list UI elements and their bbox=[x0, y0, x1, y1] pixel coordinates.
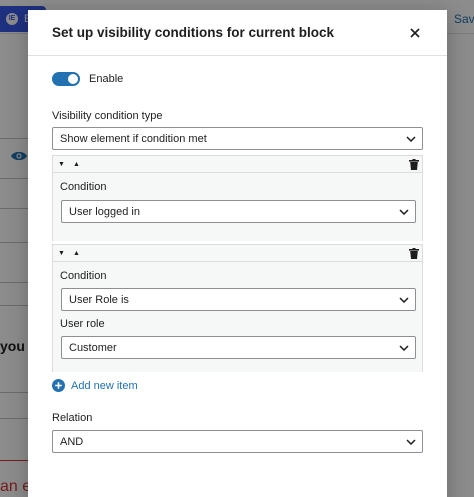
enable-toggle-row: Enable bbox=[52, 72, 123, 86]
condition-item: ▼ ▲ Condition User logged in bbox=[52, 155, 423, 241]
trash-icon[interactable] bbox=[409, 158, 419, 170]
condition-item-body: Condition User logged in bbox=[53, 173, 422, 241]
trash-icon[interactable] bbox=[409, 247, 419, 259]
condition-select[interactable]: User logged in bbox=[61, 200, 416, 223]
condition-item-toolbar: ▼ ▲ bbox=[53, 245, 422, 262]
move-up-icon[interactable]: ▲ bbox=[73, 161, 80, 168]
condition-value: User Role is bbox=[69, 293, 129, 306]
visibility-conditions-modal: Set up visibility conditions for current… bbox=[28, 10, 447, 497]
close-icon bbox=[410, 27, 420, 38]
condition-item: ▼ ▲ Condition User Role is User role Cus… bbox=[52, 244, 423, 372]
chevron-down-icon bbox=[399, 296, 409, 303]
enable-toggle[interactable] bbox=[52, 72, 80, 86]
condition-label: Condition bbox=[60, 270, 107, 282]
condition-type-value: Show element if condition met bbox=[60, 132, 207, 145]
close-button[interactable] bbox=[407, 25, 423, 41]
chevron-down-icon bbox=[399, 344, 409, 351]
relation-value: AND bbox=[60, 435, 84, 448]
condition-item-toolbar: ▼ ▲ bbox=[53, 156, 422, 173]
condition-type-label: Visibility condition type bbox=[52, 110, 163, 122]
condition-select[interactable]: User Role is bbox=[61, 288, 416, 311]
modal-title: Set up visibility conditions for current… bbox=[52, 25, 335, 40]
relation-label: Relation bbox=[52, 412, 93, 424]
move-up-icon[interactable]: ▲ bbox=[73, 250, 80, 257]
chevron-down-icon bbox=[406, 438, 416, 445]
add-new-item-label: Add new item bbox=[71, 379, 138, 392]
condition-label: Condition bbox=[60, 181, 107, 193]
chevron-down-icon bbox=[399, 208, 409, 215]
move-down-icon[interactable]: ▼ bbox=[58, 161, 65, 168]
modal-header: Set up visibility conditions for current… bbox=[28, 10, 447, 56]
condition-type-select[interactable]: Show element if condition met bbox=[52, 127, 423, 150]
condition-value: User logged in bbox=[69, 205, 140, 218]
relation-select[interactable]: AND bbox=[52, 430, 423, 453]
user-role-label: User role bbox=[60, 318, 105, 330]
enable-label: Enable bbox=[89, 73, 124, 85]
condition-item-body: Condition User Role is User role Custome… bbox=[53, 262, 422, 372]
plus-circle-icon bbox=[52, 379, 65, 392]
chevron-down-icon bbox=[406, 135, 416, 142]
move-down-icon[interactable]: ▼ bbox=[58, 250, 65, 257]
add-new-item-button[interactable]: Add new item bbox=[52, 379, 138, 392]
user-role-select[interactable]: Customer bbox=[61, 336, 416, 359]
user-role-value: Customer bbox=[69, 341, 117, 354]
